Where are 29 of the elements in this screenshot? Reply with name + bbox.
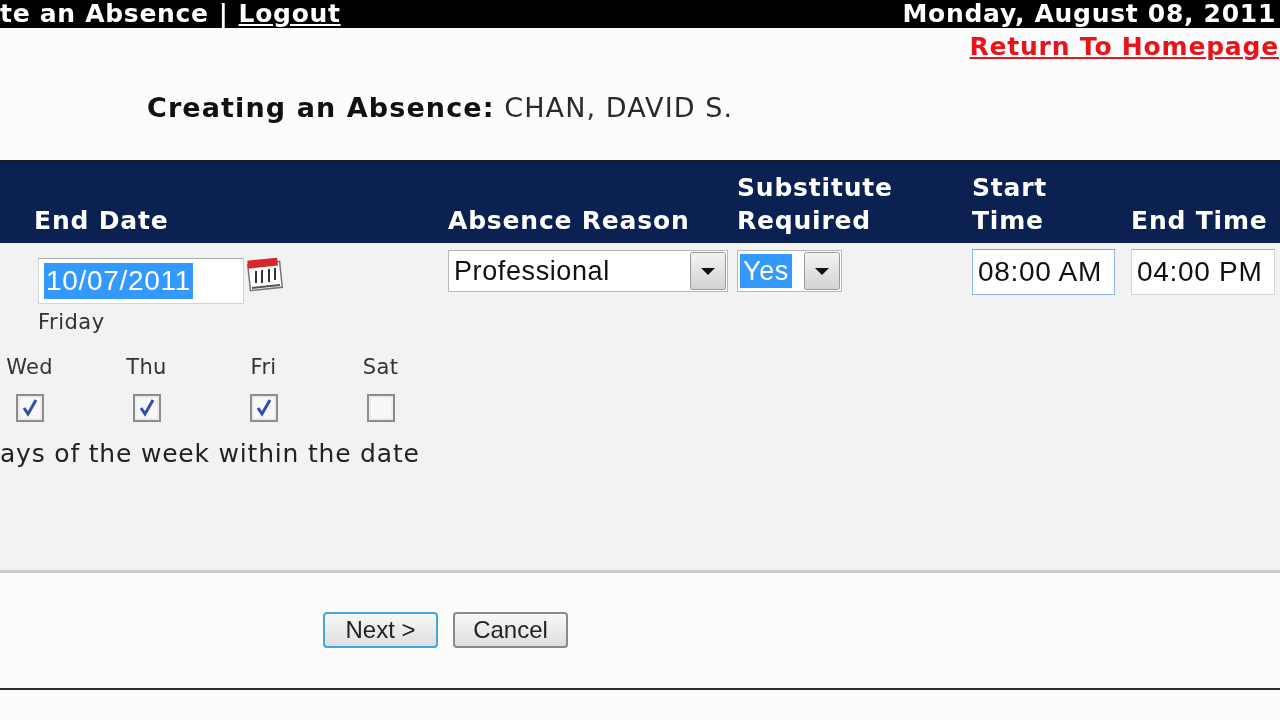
logout-link[interactable]: Logout [238,0,341,28]
checkbox[interactable] [366,394,395,422]
checkbox[interactable] [249,394,278,422]
cancel-button[interactable]: Cancel [453,612,568,648]
page-heading: Creating an Absence: CHAN, DAVID S. [147,92,734,123]
day-label: Wed [6,356,53,378]
caret-down-icon[interactable] [804,252,840,290]
checkbox[interactable] [132,394,161,422]
column-header: End Date [34,205,170,237]
reason-select[interactable]: Professional [448,250,728,292]
next-button[interactable]: Next > [323,612,438,648]
column-header: End Time [1131,205,1269,237]
column-header: Substitute Required [737,172,893,237]
return-link[interactable]: Return To Homepage [969,33,1279,61]
day-label: Sat [362,356,399,378]
page-title: te an Absence [0,0,209,28]
end-time-input[interactable]: 04:00 PM [1131,249,1275,295]
days-note: ays of the week within the date [0,440,420,468]
day-label: Thu [126,356,167,378]
weekday-text: Friday [38,311,105,333]
checkbox[interactable] [15,394,44,422]
start-time-input[interactable]: 08:00 AM [972,249,1115,295]
calendar-icon[interactable] [246,255,284,292]
current-date: Monday, August 08, 2011 [902,0,1276,28]
column-header: Start Time [972,172,1048,237]
day-label: Fri [250,356,277,378]
caret-down-icon[interactable] [690,252,726,290]
separator: | [218,0,229,28]
column-header: Absence Reason [448,205,691,237]
